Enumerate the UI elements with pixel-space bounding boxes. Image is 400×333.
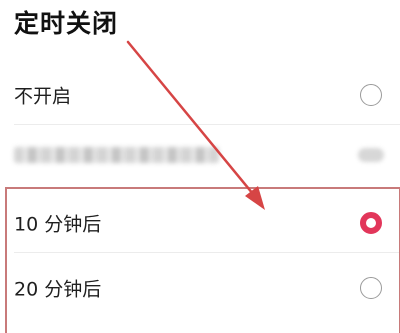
option-off[interactable]: 不开启 <box>0 65 400 125</box>
option-10-min[interactable]: 10 分钟后 <box>0 193 400 253</box>
divider <box>14 252 400 253</box>
radio-checked-icon[interactable] <box>360 212 382 234</box>
option-label: 10 分钟后 <box>14 213 102 236</box>
option-20-min[interactable]: 20 分钟后 <box>0 258 400 318</box>
sleep-timer-screen: 定时关闭 不开启 10 分钟后 20 分钟后 <box>0 0 400 333</box>
option-label: 20 分钟后 <box>14 278 102 301</box>
blurred-text <box>14 147 219 163</box>
radio-unchecked-icon[interactable] <box>360 84 382 106</box>
radio-unchecked-icon[interactable] <box>360 277 382 299</box>
option-label: 不开启 <box>14 85 72 108</box>
blurred-radio-icon <box>358 148 384 162</box>
page-title: 定时关闭 <box>14 9 119 38</box>
option-obscured[interactable] <box>0 125 400 185</box>
